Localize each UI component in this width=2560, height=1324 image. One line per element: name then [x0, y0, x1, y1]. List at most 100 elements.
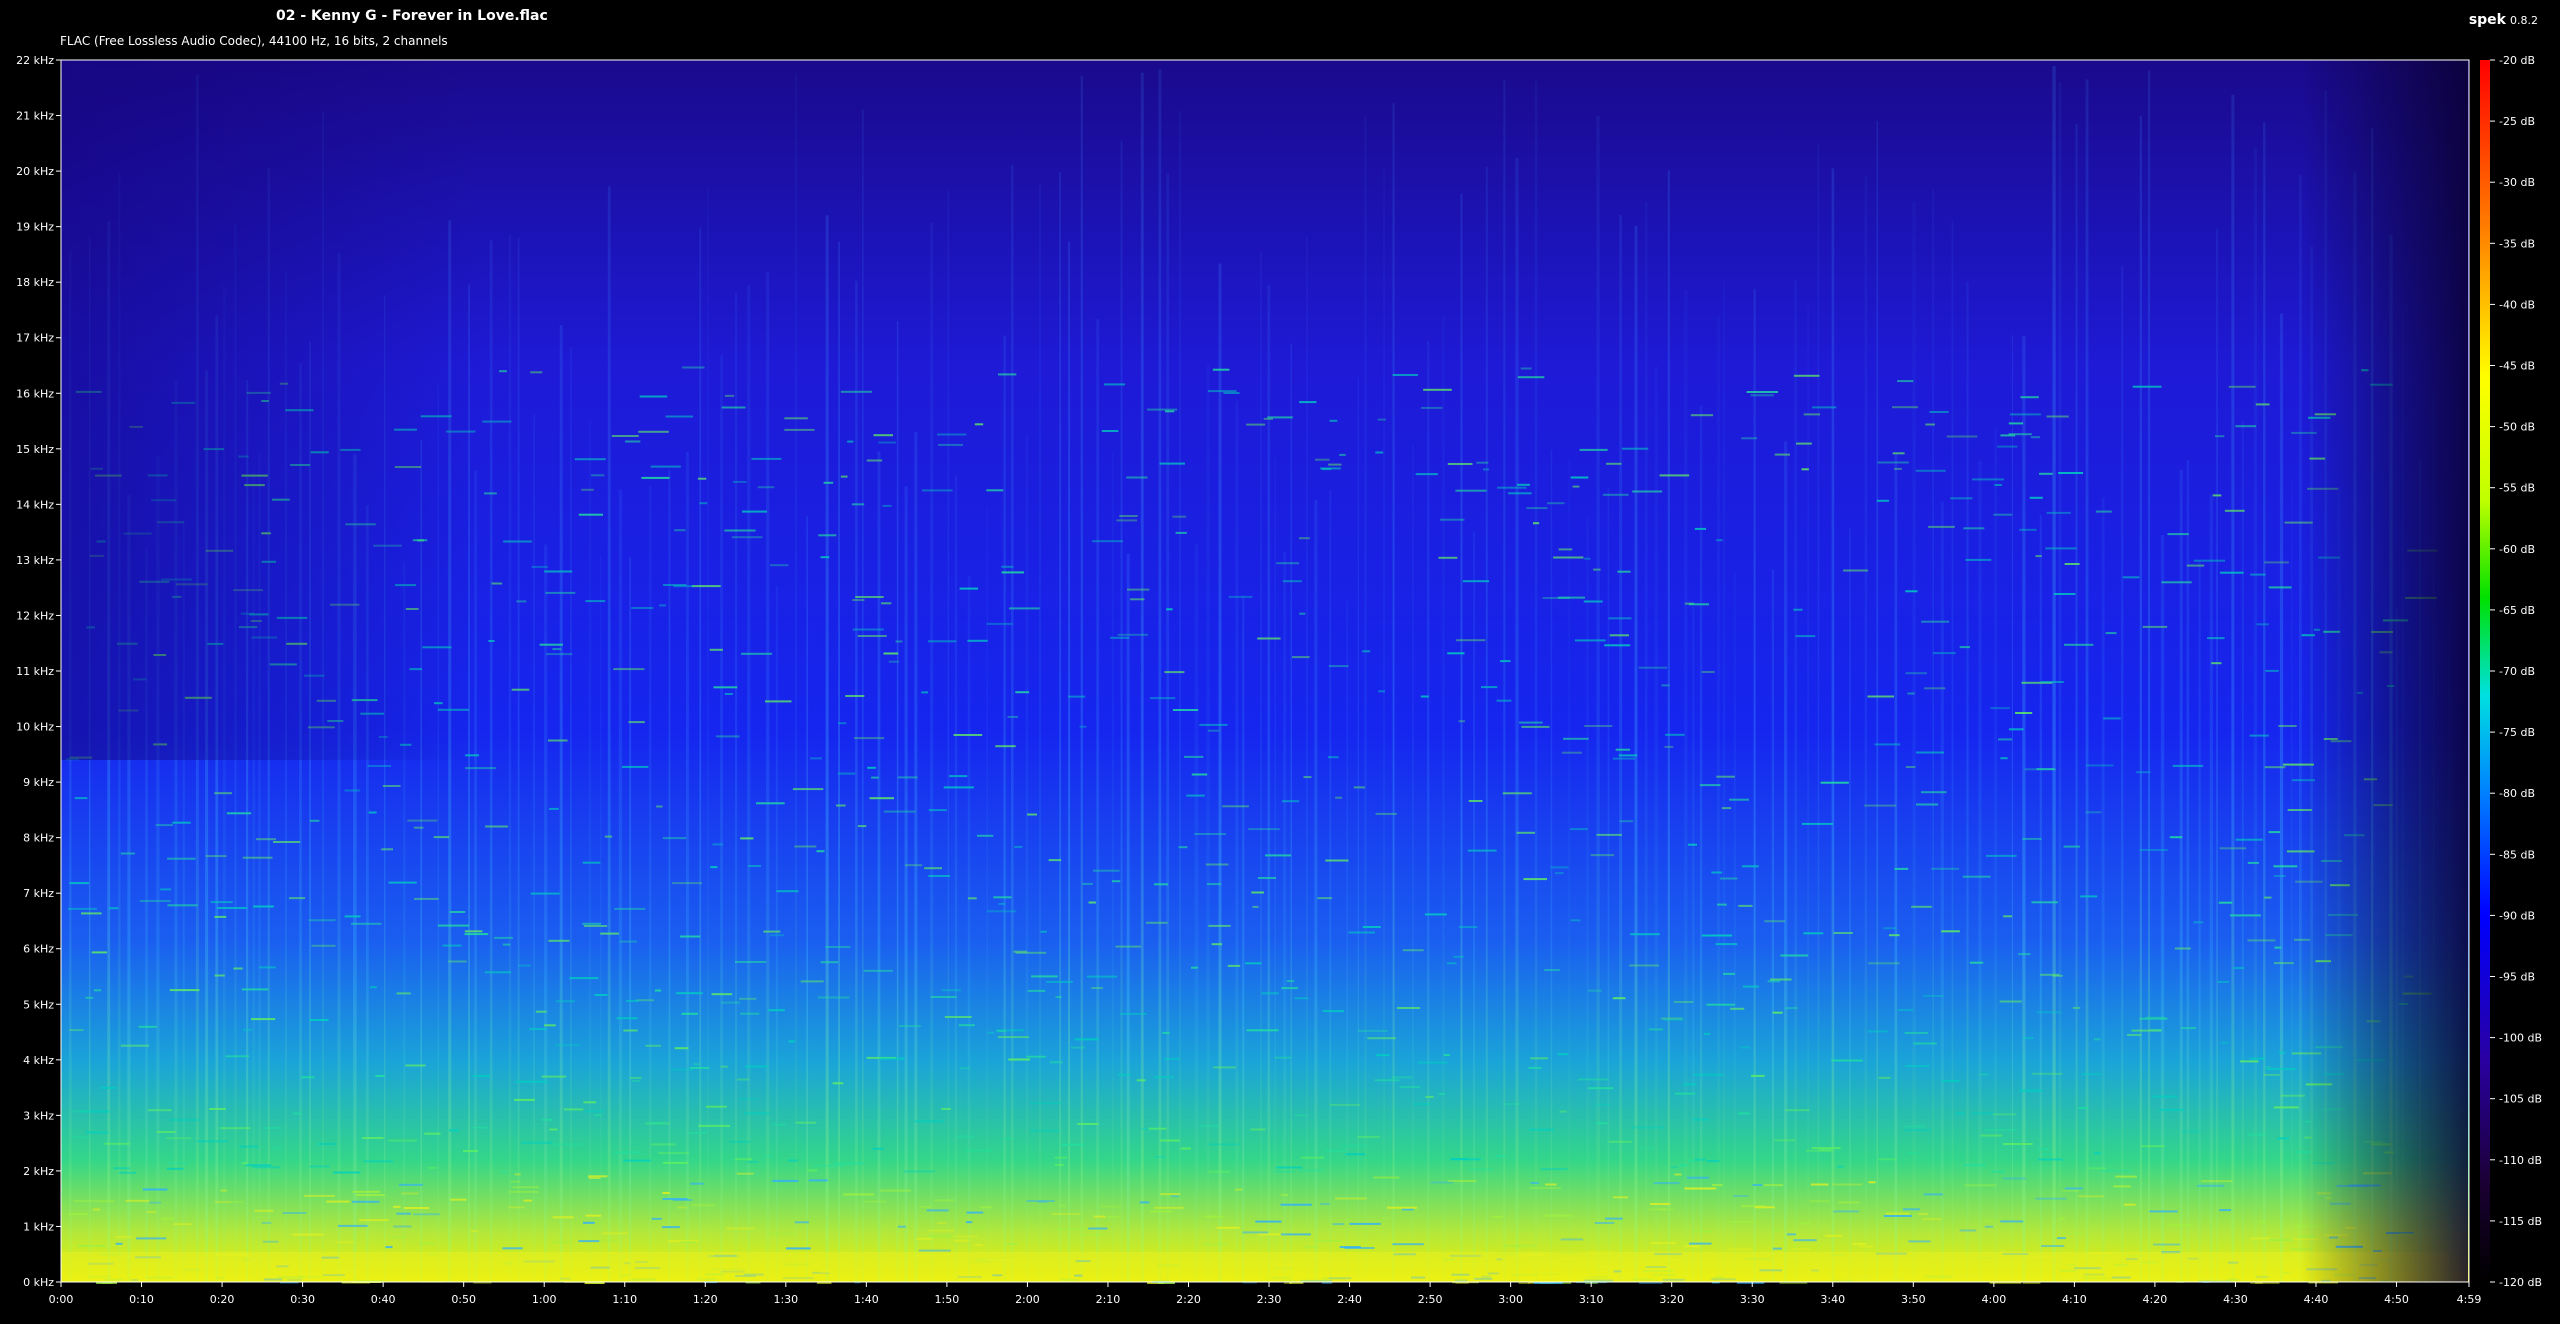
- transient-streak: [1364, 115, 1367, 1283]
- harmonic-dash: [1222, 805, 1249, 808]
- freq-tick-label: 16 kHz: [16, 387, 54, 400]
- harmonic-dash: [356, 1194, 385, 1197]
- harmonic-dash: [1257, 637, 1281, 640]
- harmonic-dash: [1730, 1007, 1745, 1010]
- transient-streak: [855, 280, 858, 1282]
- harmonic-dash: [1688, 603, 1709, 606]
- transient-streak: [2075, 124, 2078, 1282]
- transient-streak: [1794, 279, 1797, 1282]
- harmonic-dash: [1255, 1220, 1282, 1223]
- harmonic-dash: [1688, 1159, 1695, 1162]
- harmonic-dash: [1055, 1163, 1064, 1166]
- harmonic-dash: [262, 1240, 279, 1243]
- harmonic-dash: [895, 640, 903, 643]
- harmonic-dash: [662, 837, 687, 840]
- harmonic-dash: [1153, 883, 1169, 886]
- transient-streak: [2291, 478, 2293, 1283]
- harmonic-dash: [1913, 1042, 1937, 1045]
- time-tick-label: 0:20: [210, 1293, 235, 1306]
- harmonic-dash: [2219, 1209, 2232, 1212]
- harmonic-dash: [484, 971, 512, 974]
- transient-streak: [967, 575, 971, 1282]
- time-tick-label: 4:10: [2062, 1293, 2087, 1306]
- transient-streak: [1329, 490, 1332, 1282]
- spectrogram-chart: 0 kHz 1 kHz 2 kHz 3 kHz 4 kHz 5 kHz 6 kHz 7 kHz…: [16, 54, 2542, 1306]
- harmonic-dash: [91, 951, 107, 954]
- harmonic-dash: [388, 1236, 405, 1239]
- harmonic-dash: [209, 1108, 226, 1110]
- harmonic-dash: [255, 1216, 264, 1219]
- harmonic-dash: [1349, 1222, 1381, 1225]
- transient-streak: [1667, 170, 1670, 1283]
- harmonic-dash: [1570, 476, 1589, 479]
- harmonic-dash: [516, 600, 527, 603]
- harmonic-dash: [1904, 1065, 1930, 1067]
- harmonic-dash: [582, 1221, 595, 1224]
- time-tick-label: 4:20: [2143, 1293, 2168, 1306]
- harmonic-dash: [263, 1127, 282, 1129]
- harmonic-dash: [1119, 515, 1138, 517]
- harmonic-dash: [100, 1086, 117, 1089]
- harmonic-dash: [549, 1128, 558, 1131]
- harmonic-dash: [2052, 974, 2063, 977]
- harmonic-dash: [1831, 1059, 1863, 1062]
- transient-streak: [607, 186, 611, 1283]
- harmonic-dash: [393, 1205, 401, 1208]
- harmonic-dash: [1955, 1112, 1965, 1115]
- spek-window: 02 - Kenny G - Forever in Love.flac FLAC…: [0, 0, 2560, 1324]
- harmonic-dash: [651, 1217, 662, 1220]
- harmonic-dash: [1864, 804, 1896, 807]
- harmonic-dash: [81, 912, 102, 915]
- harmonic-dash: [437, 924, 469, 927]
- harmonic-dash: [1118, 1073, 1131, 1076]
- harmonic-dash: [309, 1165, 330, 1168]
- harmonic-dash: [2085, 811, 2102, 814]
- harmonic-dash: [1981, 1219, 1999, 1222]
- harmonic-dash: [1892, 452, 1905, 455]
- transient-streak: [1894, 453, 1898, 1282]
- harmonic-dash: [549, 807, 559, 810]
- harmonic-dash: [1280, 1203, 1312, 1206]
- harmonic-dash: [1741, 437, 1758, 440]
- harmonic-dash: [2094, 1152, 2101, 1155]
- harmonic-dash: [1267, 416, 1293, 419]
- harmonic-dash: [807, 1169, 818, 1172]
- harmonic-dash: [125, 1199, 150, 1202]
- time-tick-label: 3:40: [1820, 1293, 1845, 1306]
- db-tick-label: -50 dB: [2499, 421, 2535, 434]
- harmonic-dash: [1684, 1187, 1717, 1190]
- harmonic-dash: [2152, 1095, 2178, 1098]
- transient-streak: [954, 475, 958, 1282]
- harmonic-dash: [1153, 1076, 1174, 1079]
- harmonic-dash: [1299, 612, 1306, 615]
- harmonic-dash: [1811, 1147, 1841, 1150]
- harmonic-dash: [1924, 687, 1946, 690]
- time-tick-label: 4:00: [1981, 1293, 2006, 1306]
- harmonic-dash: [1117, 633, 1148, 636]
- transient-streak: [1194, 544, 1199, 1282]
- harmonic-dash: [72, 1136, 91, 1139]
- harmonic-dash: [382, 785, 401, 787]
- harmonic-dash: [2232, 967, 2245, 969]
- harmonic-dash: [2093, 1038, 2101, 1041]
- harmonic-dash: [1874, 743, 1901, 746]
- harmonic-dash: [993, 896, 1012, 899]
- harmonic-dash: [344, 915, 361, 918]
- harmonic-dash: [521, 1141, 553, 1144]
- harmonic-dash: [919, 1206, 932, 1208]
- harmonic-dash: [388, 881, 417, 884]
- freq-tick-label: 10 kHz: [16, 721, 54, 734]
- harmonic-dash: [2274, 962, 2294, 965]
- harmonic-dash: [1774, 1229, 1781, 1232]
- harmonic-dash: [529, 1028, 547, 1031]
- harmonic-dash: [169, 1118, 200, 1121]
- harmonic-dash: [352, 1200, 380, 1203]
- harmonic-dash: [1553, 556, 1584, 559]
- harmonic-dash: [768, 1009, 785, 1012]
- harmonic-dash: [1178, 846, 1188, 849]
- harmonic-dash: [1082, 882, 1093, 885]
- harmonic-dash: [899, 1025, 921, 1028]
- harmonic-dash: [1673, 1001, 1694, 1003]
- harmonic-dash: [512, 1186, 539, 1189]
- harmonic-dash: [878, 441, 896, 444]
